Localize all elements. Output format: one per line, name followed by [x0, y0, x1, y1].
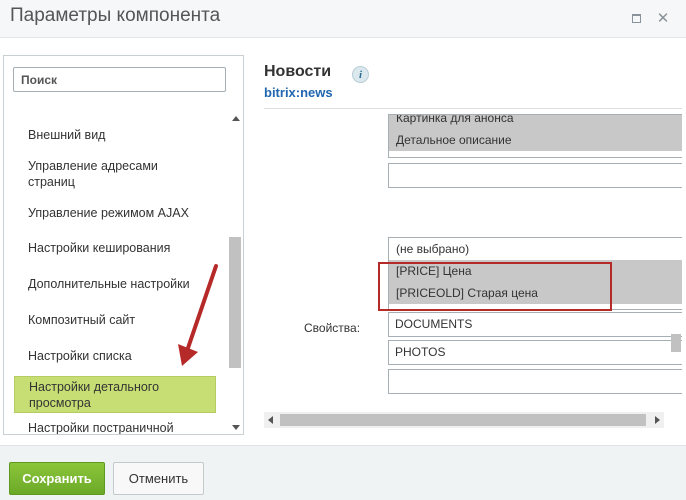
list-option[interactable]: Детальное описание: [389, 129, 682, 151]
scroll-left-icon[interactable]: [268, 416, 273, 424]
sidebar-item-cache[interactable]: Настройки кеширования: [14, 239, 216, 257]
search-input[interactable]: [13, 67, 226, 92]
list-option[interactable]: Картинка для анонса: [389, 115, 682, 129]
sidebar-item-detail-settings[interactable]: Настройки детального просмотра: [14, 376, 216, 413]
component-title: Новости: [264, 63, 332, 80]
sidebar-item-pagination[interactable]: Настройки постраничной: [14, 419, 216, 434]
info-icon[interactable]: i: [352, 66, 369, 83]
property-field-documents[interactable]: DOCUMENTS: [388, 312, 682, 337]
scrollbar-thumb[interactable]: [671, 334, 681, 352]
close-button[interactable]: ✕: [655, 10, 671, 27]
list-option[interactable]: (не выбрано): [389, 238, 682, 260]
content-hscrollbar[interactable]: [264, 412, 664, 428]
properties-label: Свойства:: [304, 321, 361, 335]
text-field[interactable]: [388, 163, 682, 188]
scroll-right-icon[interactable]: [655, 416, 660, 424]
maximize-icon: [631, 13, 641, 23]
sidebar-item-ajax[interactable]: Управление режимом AJAX: [14, 204, 216, 222]
highlight-box: [378, 262, 612, 311]
maximize-button[interactable]: [628, 10, 644, 26]
dialog-footer: Сохранить Отменить: [0, 445, 686, 500]
settings-content: Картинка для анонса Детальное описание (…: [264, 108, 682, 433]
sidebar-item-url-management[interactable]: Управление адресами страниц: [14, 157, 216, 191]
property-field-photos[interactable]: PHOTOS: [388, 340, 682, 365]
dialog-titlebar: Параметры компонента ✕: [0, 0, 686, 38]
scroll-down-icon[interactable]: [232, 425, 240, 430]
sidebar-scrollbar[interactable]: [228, 112, 242, 432]
cancel-button[interactable]: Отменить: [113, 462, 204, 495]
scrollbar-thumb[interactable]: [229, 237, 241, 368]
image-fields-listbox[interactable]: Картинка для анонса Детальное описание: [388, 114, 682, 158]
scrollbar-thumb[interactable]: [280, 414, 646, 426]
component-code: bitrix:news: [264, 85, 333, 100]
scroll-up-icon[interactable]: [232, 116, 240, 121]
dialog-title: Параметры компонента: [10, 5, 221, 26]
close-icon: ✕: [656, 10, 670, 27]
sidebar-item-appearance[interactable]: Внешний вид: [14, 126, 216, 144]
annotation-arrow-icon: [178, 264, 218, 366]
save-button[interactable]: Сохранить: [9, 462, 105, 495]
sidebar: Внешний вид Управление адресами страниц …: [3, 55, 244, 435]
content-vscrollbar[interactable]: [669, 334, 681, 394]
property-field-empty[interactable]: [388, 369, 682, 394]
